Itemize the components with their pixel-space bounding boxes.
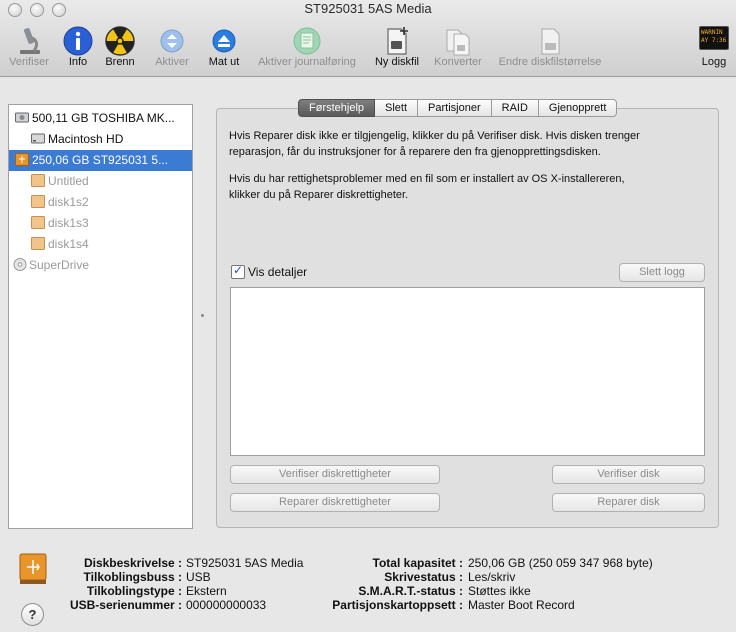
verify-button[interactable]: Verifiser: [4, 20, 54, 76]
repair-disk-button[interactable]: Reparer disk: [552, 493, 705, 512]
info-value: Ekstern: [186, 584, 227, 598]
help-button[interactable]: ?: [21, 603, 44, 626]
info-value: Les/skriv: [468, 570, 516, 584]
info-value: USB: [186, 570, 211, 584]
eject-icon: [212, 29, 236, 53]
split-view-handle[interactable]: [201, 314, 204, 317]
info-value: Master Boot Record: [468, 598, 575, 612]
burn-button[interactable]: Brenn: [100, 20, 140, 76]
info-key: Skrivestatus :: [384, 570, 463, 584]
info-key: S.M.A.R.T.-status :: [358, 584, 463, 598]
info-key: Total kapasitet :: [372, 556, 463, 570]
internal-disk-icon: [15, 112, 29, 123]
sidebar-item-disk1s4[interactable]: disk1s4: [9, 234, 192, 255]
radiation-icon: [105, 26, 135, 56]
sidebar-item-st925031-disk[interactable]: 250,06 GB ST925031 5...: [9, 150, 192, 171]
help-text-repair: Hvis Reparer disk ikke er tilgjengelig, …: [229, 130, 640, 158]
usb-volume-icon: [31, 195, 45, 208]
info-value: 000000000033: [186, 598, 267, 612]
repair-permissions-button[interactable]: Reparer diskrettigheter: [230, 493, 440, 512]
console-log-icon: WARNIN AY 7:36: [699, 26, 729, 50]
clear-log-button[interactable]: Slett logg: [619, 263, 705, 282]
info-value: 250,06 GB (250 059 347 968 byte): [468, 556, 653, 570]
verify-disk-button[interactable]: Verifiser disk: [552, 465, 705, 484]
enable-journaling-button[interactable]: Aktiver journalføring: [250, 20, 364, 76]
sidebar-item-superdrive[interactable]: SuperDrive: [9, 255, 192, 276]
details-log[interactable]: [230, 287, 705, 456]
help-text-permissions: Hvis du har rettighetsproblemer med en f…: [229, 173, 625, 201]
tab-erase[interactable]: Slett: [375, 99, 419, 117]
tab-restore[interactable]: Gjenopprett: [538, 99, 618, 117]
toolbar: ST925031 5AS Media Verifiser Info Brenn: [0, 0, 736, 77]
tab-bar: Førstehjelp Slett Partisjoner RAID Gjeno…: [298, 99, 618, 117]
tab-first-aid[interactable]: Førstehjelp: [298, 99, 376, 117]
disk-list-sidebar[interactable]: 500,11 GB TOSHIBA MK... Macintosh HD 250…: [8, 104, 193, 529]
resize-image-button[interactable]: Endre diskfilstørrelse: [490, 20, 610, 76]
convert-icon: [446, 29, 470, 56]
info-key: USB-serienummer :: [69, 598, 182, 612]
external-usb-disk-icon: [15, 153, 29, 166]
activate-button[interactable]: Aktiver: [151, 20, 193, 76]
optical-drive-icon: [13, 258, 27, 271]
info-key: Tilkoblingsbuss :: [83, 570, 182, 584]
sidebar-item-toshiba-disk[interactable]: 500,11 GB TOSHIBA MK...: [9, 108, 192, 129]
info-value: ST925031 5AS Media: [186, 556, 304, 570]
convert-button[interactable]: Konverter: [430, 20, 486, 76]
show-details-label: Vis detaljer: [248, 265, 308, 279]
log-button[interactable]: WARNIN AY 7:36 Logg: [694, 20, 734, 76]
eject-button[interactable]: Mat ut: [203, 20, 245, 76]
info-key: Tilkoblingstype :: [86, 584, 182, 598]
resize-image-icon: [541, 28, 560, 55]
info-key: Partisjonskartoppsett :: [332, 598, 463, 612]
usb-volume-icon: [31, 237, 45, 250]
microscope-icon: [20, 28, 40, 54]
new-disk-image-icon: [387, 27, 408, 55]
info-value: Støttes ikke: [468, 584, 531, 598]
window-title: ST925031 5AS Media: [304, 1, 432, 16]
sidebar-item-disk1s3[interactable]: disk1s3: [9, 213, 192, 234]
tab-partition[interactable]: Partisjoner: [418, 99, 492, 117]
usb-volume-icon: [31, 174, 45, 187]
sidebar-item-untitled[interactable]: Untitled: [9, 171, 192, 192]
disk-info-bar: Diskbeskrivelse : ST925031 5AS Media Til…: [0, 556, 736, 616]
sidebar-item-macintosh-hd[interactable]: Macintosh HD: [9, 129, 192, 150]
verify-permissions-button[interactable]: Verifiser diskrettigheter: [230, 465, 440, 484]
info-button[interactable]: Info: [58, 20, 98, 76]
info-icon: [63, 26, 93, 56]
show-details-checkbox[interactable]: [231, 263, 245, 279]
tab-raid[interactable]: RAID: [491, 99, 539, 117]
sidebar-item-disk1s2[interactable]: disk1s2: [9, 192, 192, 213]
info-key: Diskbeskrivelse :: [83, 556, 182, 570]
journal-icon: [293, 27, 321, 55]
usb-volume-icon: [31, 216, 45, 229]
activate-icon: [160, 29, 184, 53]
volume-icon: [31, 133, 45, 144]
new-image-button[interactable]: Ny diskfil: [368, 20, 426, 76]
